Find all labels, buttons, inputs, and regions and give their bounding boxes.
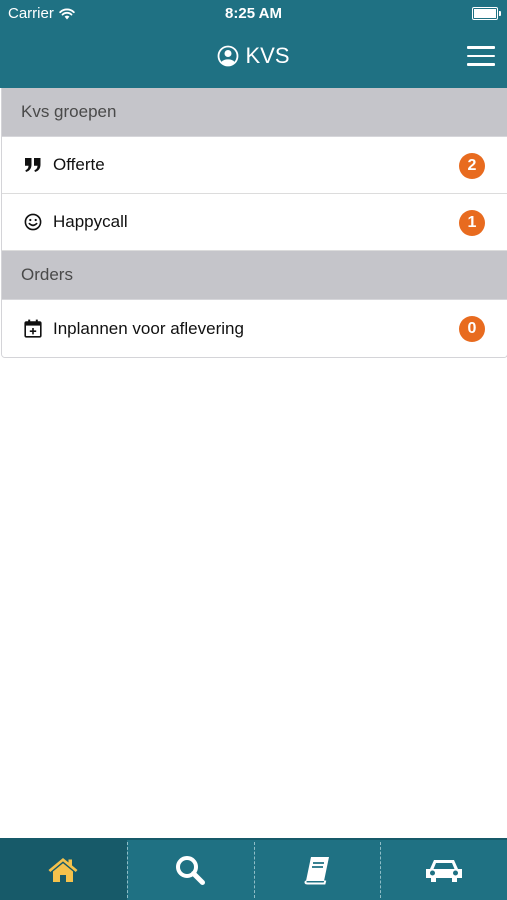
list-item-label: Happycall xyxy=(53,212,128,231)
kvs-list: Kvs groepen Offerte 2 Happycall 1 Orders xyxy=(1,88,507,358)
list-item-inplannen-voor-aflevering[interactable]: Inplannen voor aflevering 0 xyxy=(2,300,507,357)
list-item-label: Inplannen voor aflevering xyxy=(53,318,244,338)
page-title-group: KVS xyxy=(0,43,507,69)
count-badge: 2 xyxy=(459,153,485,179)
tab-book[interactable] xyxy=(253,840,381,900)
page-title: KVS xyxy=(245,43,290,68)
battery-icon xyxy=(472,7,501,20)
status-bar: Carrier 8:25 AM xyxy=(0,0,507,28)
count-badge: 1 xyxy=(459,210,485,236)
tab-home[interactable] xyxy=(0,840,127,900)
calendar-plus-icon xyxy=(23,319,43,339)
tab-car[interactable] xyxy=(380,840,507,900)
bottom-tab-bar xyxy=(0,838,507,900)
list-item-label: Offerte xyxy=(53,155,105,174)
status-time: 8:25 AM xyxy=(225,5,282,22)
count-badge: 0 xyxy=(459,316,485,342)
search-icon xyxy=(176,856,206,885)
car-icon xyxy=(425,860,462,882)
hamburger-menu-icon[interactable] xyxy=(467,46,495,68)
tab-search[interactable] xyxy=(126,840,254,900)
list-item-happycall[interactable]: Happycall 1 xyxy=(2,194,507,251)
book-icon xyxy=(304,857,329,885)
list-item-offerte[interactable]: Offerte 2 xyxy=(2,137,507,194)
navigation-bar: KVS xyxy=(0,28,507,88)
user-circle-icon xyxy=(218,45,239,67)
section-header-orders: Orders xyxy=(2,251,507,300)
app-header: Carrier 8:25 AM KVS xyxy=(0,0,507,88)
section-header-kvs-groepen: Kvs groepen xyxy=(2,88,507,137)
smiley-icon xyxy=(23,212,43,232)
quote-icon xyxy=(23,155,43,175)
home-icon xyxy=(48,858,78,882)
